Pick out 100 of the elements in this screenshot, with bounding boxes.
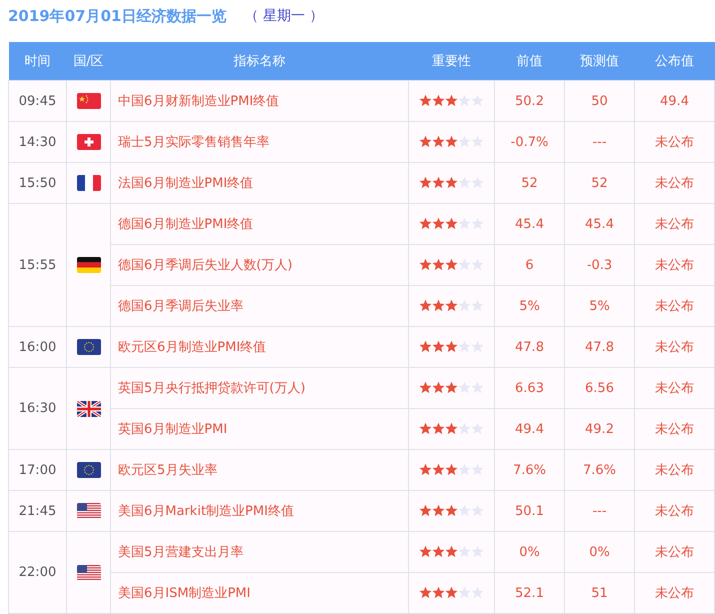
indicator-name[interactable]: 法国6月制造业PMI终值 [118, 176, 254, 191]
forecast-value: 50 [591, 94, 608, 108]
star-icon [458, 463, 471, 476]
star-icon [458, 135, 471, 148]
forecast-value: --- [592, 504, 607, 518]
actual-value: 未公布 [655, 258, 694, 273]
flag-icon [76, 462, 100, 478]
star-icon [445, 504, 458, 518]
star-icon [419, 422, 432, 436]
star-icon [419, 340, 432, 354]
star-icon [432, 381, 445, 394]
star-icon [471, 340, 484, 354]
star-icon [471, 217, 484, 230]
star-icon [471, 135, 484, 148]
star-icon [445, 586, 458, 600]
indicator-name[interactable]: 德国6月制造业PMI终值 [118, 217, 254, 232]
flag-icon [76, 503, 100, 519]
indicator-name[interactable]: 中国6月财新制造业PMI终值 [118, 94, 280, 109]
indicator-name[interactable]: 英国6月制造业PMI [118, 422, 228, 437]
previous-value: 49.4 [515, 422, 544, 436]
star-icon [471, 176, 484, 190]
star-icon [432, 258, 445, 272]
star-icon [419, 94, 432, 108]
star-icon [432, 94, 445, 108]
star-icon [419, 504, 432, 518]
indicator-name[interactable]: 欧元区6月制造业PMI终值 [118, 340, 266, 355]
column-header: 前值 [494, 42, 564, 80]
flag-icon [76, 175, 100, 191]
previous-value: 6 [525, 258, 534, 272]
indicator-name[interactable]: 瑞士5月实际零售销售年率 [118, 135, 270, 150]
star-icon [458, 299, 471, 312]
column-header: 时间 [8, 42, 66, 80]
previous-value: 45.4 [515, 216, 544, 232]
star-icon [471, 504, 484, 518]
star-icon [419, 135, 432, 148]
time-cell: 15:55 [18, 258, 56, 272]
time-cell: 15:50 [18, 176, 56, 190]
actual-value: 未公布 [655, 586, 694, 601]
forecast-value: 45.4 [585, 216, 614, 232]
star-icon [419, 586, 432, 600]
actual-value: 未公布 [655, 176, 694, 191]
forecast-value: --- [592, 134, 607, 150]
previous-value: 7.6% [512, 462, 546, 478]
star-icon [471, 586, 484, 600]
star-icon [419, 217, 432, 230]
flag-icon [76, 134, 100, 150]
star-icon [445, 299, 458, 312]
column-header: 指标名称 [110, 42, 408, 80]
star-icon [445, 463, 458, 476]
page-title: 2019年07月01日经济数据一览 [8, 6, 226, 26]
star-icon [432, 586, 445, 600]
star-icon [458, 422, 471, 436]
star-icon [445, 381, 458, 394]
actual-value: 未公布 [655, 135, 694, 150]
previous-value: 50.2 [515, 94, 544, 108]
indicator-name[interactable]: 美国6月ISM制造业PMI [118, 586, 250, 601]
star-icon [445, 94, 458, 108]
column-header: 预测值 [564, 42, 634, 80]
star-icon [458, 94, 471, 108]
previous-value: 47.8 [515, 340, 544, 354]
star-icon [432, 299, 445, 312]
time-cell: 16:30 [18, 401, 56, 416]
forecast-value: -0.3 [586, 258, 612, 272]
actual-value: 未公布 [655, 381, 694, 396]
column-header: 公布值 [634, 42, 714, 80]
indicator-name[interactable]: 欧元区5月失业率 [118, 463, 218, 478]
column-header: 重要性 [408, 42, 494, 80]
star-icon [432, 135, 445, 148]
star-icon [419, 299, 432, 312]
star-icon [419, 258, 432, 272]
indicator-name[interactable]: 美国5月营建支出月率 [118, 545, 244, 560]
star-icon [432, 504, 445, 518]
previous-value: 50.1 [515, 504, 544, 518]
star-icon [458, 504, 471, 518]
forecast-value: 7.6% [582, 462, 616, 478]
star-icon [445, 422, 458, 436]
star-icon [445, 258, 458, 272]
star-icon [471, 258, 484, 272]
actual-value: 未公布 [655, 299, 694, 314]
indicator-name[interactable]: 德国6月季调后失业率 [118, 299, 244, 314]
forecast-value: 0% [589, 544, 610, 560]
star-icon [471, 463, 484, 476]
star-icon [445, 135, 458, 148]
star-icon [445, 217, 458, 230]
star-icon [458, 586, 471, 600]
forecast-value: 52 [591, 176, 608, 190]
time-cell: 21:45 [18, 504, 56, 518]
forecast-value: 5% [589, 298, 610, 314]
star-icon [432, 422, 445, 436]
time-cell: 14:30 [18, 134, 56, 150]
star-icon [432, 545, 445, 558]
star-icon [419, 463, 432, 476]
star-icon [471, 299, 484, 312]
star-icon [471, 422, 484, 436]
actual-value: 未公布 [655, 340, 694, 355]
star-icon [432, 176, 445, 190]
star-icon [445, 340, 458, 354]
previous-value: 6.63 [515, 380, 544, 396]
forecast-value: 6.56 [585, 380, 614, 396]
forecast-value: 49.2 [585, 422, 614, 436]
